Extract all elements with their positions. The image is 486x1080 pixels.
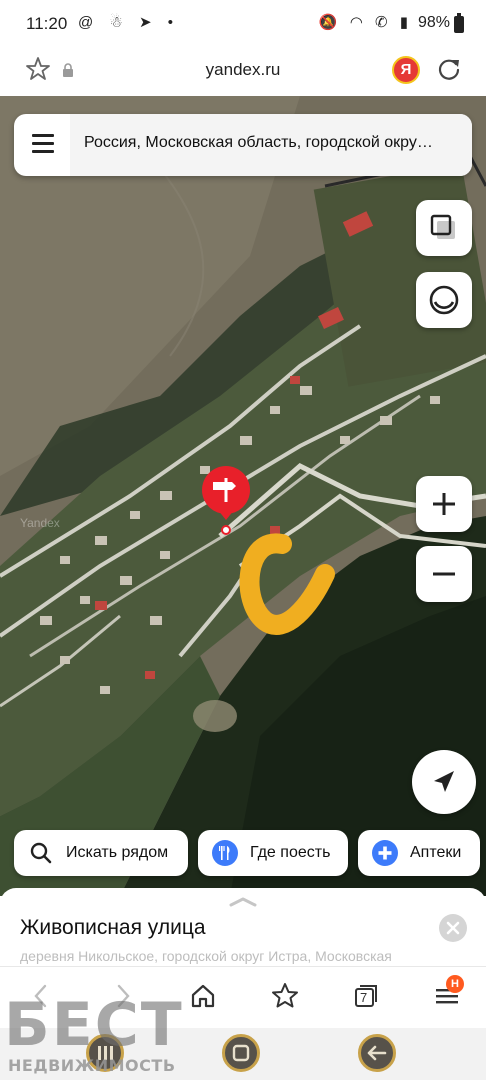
bookmarks-star-icon[interactable] [270, 981, 300, 1011]
chip-pharmacies[interactable]: Аптеки [358, 830, 480, 876]
layers-button[interactable] [416, 200, 472, 256]
place-card[interactable]: Живописная улица деревня Никольское, гор… [0, 888, 486, 970]
chip-search-nearby[interactable]: Искать рядом [14, 830, 188, 876]
back-icon [367, 1045, 387, 1061]
back-button[interactable] [358, 1034, 396, 1072]
alice-icon [429, 285, 459, 315]
pharmacy-cross-icon [372, 840, 398, 866]
chip-where-to-eat[interactable]: Где поесть [198, 830, 348, 876]
minus-icon [433, 572, 455, 576]
signpost-pin-icon [202, 466, 250, 535]
notification-badge: Н [446, 975, 464, 993]
zoom-out-button[interactable] [416, 546, 472, 602]
my-location-button[interactable] [412, 750, 476, 814]
close-icon [446, 921, 460, 935]
layers-icon [430, 214, 455, 239]
reload-icon[interactable] [436, 56, 462, 82]
tabs-count: 7 [360, 990, 368, 1005]
map-watermark: Yandex [20, 516, 60, 530]
forward-arrow-icon[interactable] [108, 981, 138, 1011]
battery-icon [454, 13, 464, 33]
alice-assistant-button[interactable] [416, 272, 472, 328]
chevron-up-icon[interactable] [228, 896, 258, 908]
navigation-arrow-icon [434, 771, 454, 792]
battery-percent: 98% [417, 14, 450, 31]
zoom-in-button[interactable] [416, 476, 472, 532]
chip-label: Искать рядом [66, 844, 169, 861]
system-nav-bar [0, 1028, 486, 1080]
plus-icon [433, 493, 455, 515]
search-icon [30, 842, 52, 864]
search-field[interactable]: Россия, Московская область, городской ок… [70, 114, 472, 176]
browser-address-bar: yandex.ru Я [0, 50, 486, 96]
status-notification-icons: @ ☃ ➤ • [78, 14, 179, 31]
recent-apps-icon [98, 1046, 113, 1060]
place-title: Живописная улица [20, 916, 206, 939]
tabs-button[interactable]: 7 [350, 981, 380, 1011]
status-time: 11:20 [26, 14, 68, 33]
home-square-icon [232, 1044, 250, 1062]
browser-bottom-nav: 7 Н [0, 966, 486, 1028]
back-arrow-icon[interactable] [26, 981, 56, 1011]
status-system-icons: 🔕 ◠ ✆ ▮ [318, 14, 412, 31]
fork-knife-icon [212, 840, 238, 866]
chip-label: Где поесть [250, 844, 331, 861]
search-field-text: Россия, Московская область, городской ок… [84, 134, 433, 151]
recent-apps-button[interactable] [86, 1034, 124, 1072]
home-icon[interactable] [188, 981, 218, 1011]
menu-icon[interactable] [32, 134, 54, 153]
map-search-bar[interactable]: Россия, Московская область, городской ок… [14, 114, 472, 176]
close-button[interactable] [439, 914, 467, 942]
map-view[interactable]: Yandex Россия, Московская область, город… [0, 96, 486, 896]
place-address: деревня Никольское, городской округ Истр… [20, 948, 392, 964]
chip-label: Аптеки [410, 844, 462, 861]
home-button[interactable] [222, 1034, 260, 1072]
status-bar: 11:20 @ ☃ ➤ • 🔕 ◠ ✆ ▮ 98% [0, 0, 486, 50]
yandex-badge-icon[interactable]: Я [392, 56, 420, 84]
location-pin[interactable] [198, 466, 254, 536]
